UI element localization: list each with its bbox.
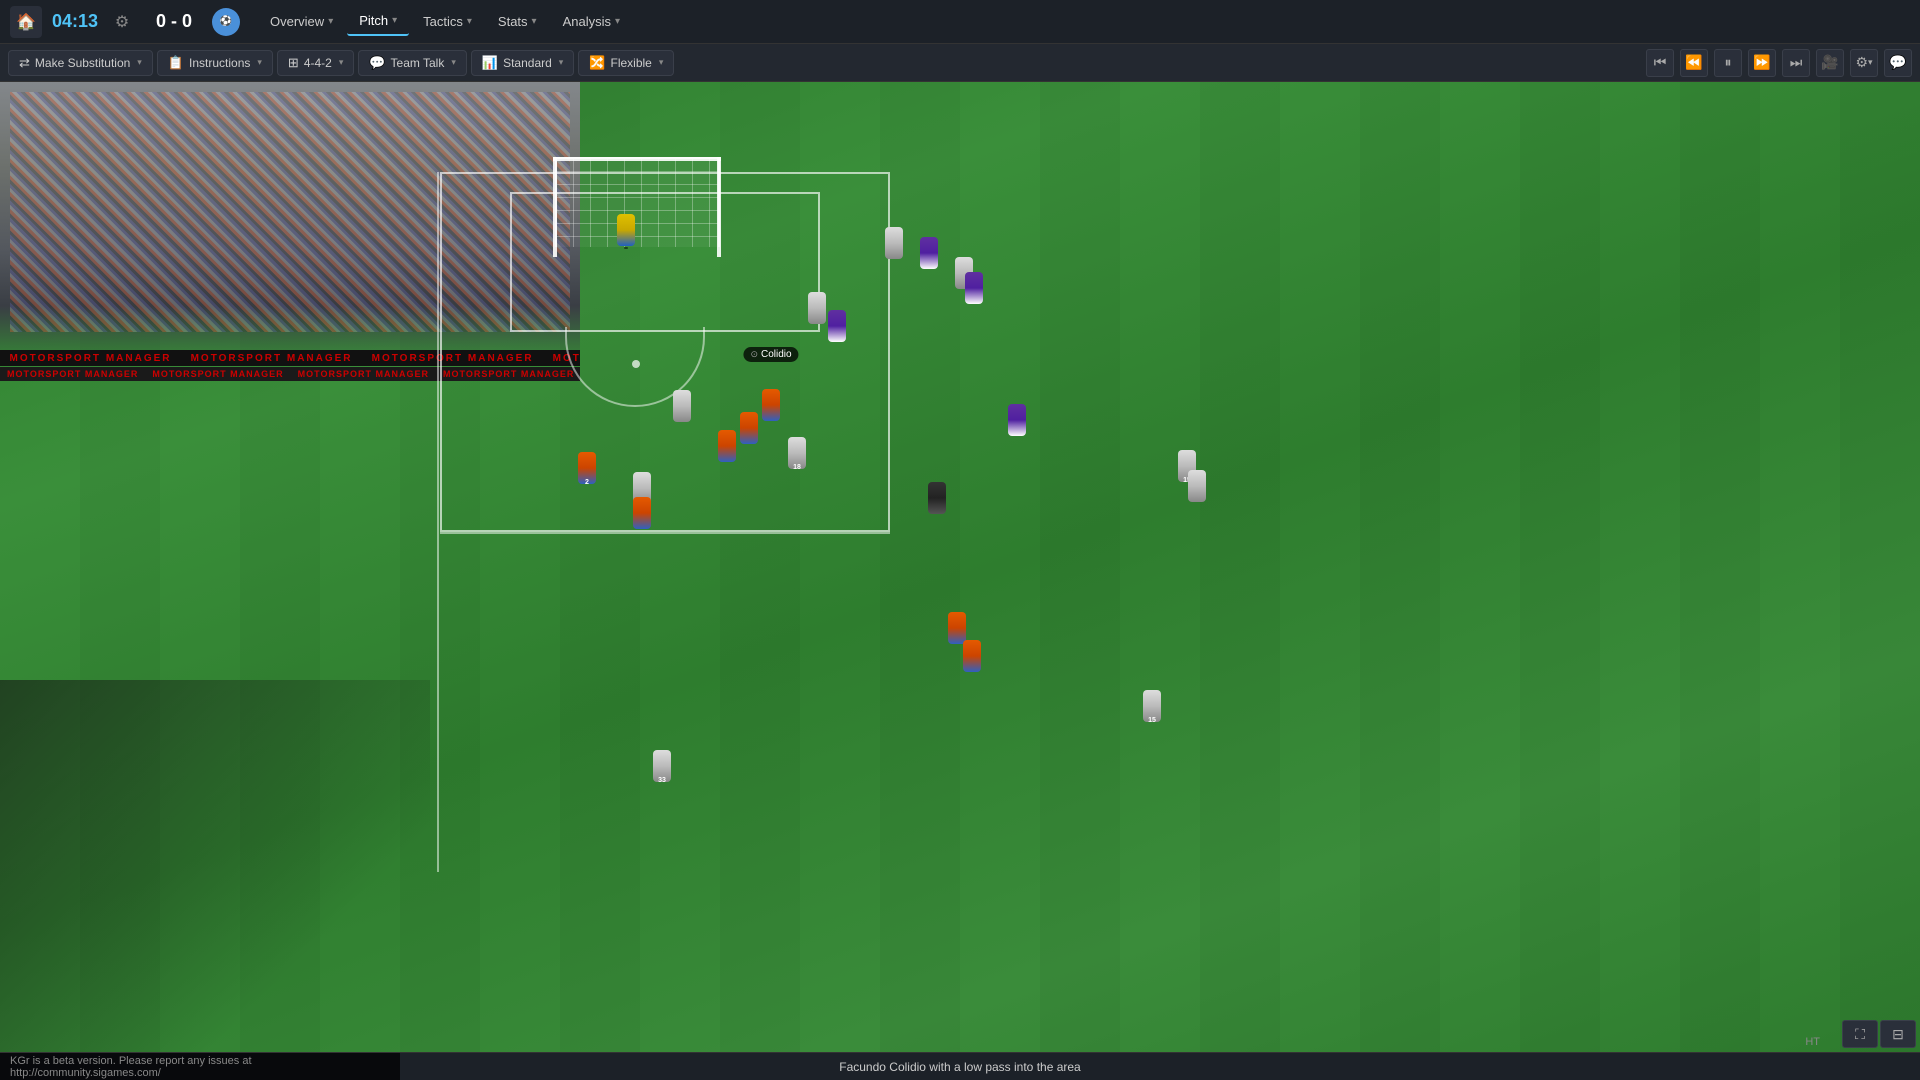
formation-icon: ⊞: [288, 55, 299, 71]
status-bar: KGr is a beta version. Please report any…: [0, 1052, 1920, 1080]
player-dark[interactable]: [928, 482, 946, 514]
beta-notice: KGr is a beta version. Please report any…: [0, 1053, 400, 1080]
chevron-down-icon: ▾: [339, 57, 344, 68]
player-orange-2[interactable]: [718, 430, 736, 462]
home-button[interactable]: 🏠: [10, 6, 42, 38]
team-talk-button[interactable]: 💬 Team Talk ▾: [358, 50, 467, 76]
player-purple-3[interactable]: [828, 310, 846, 342]
chevron-down-icon: ▾: [137, 57, 142, 68]
match-time: 04:13: [50, 11, 100, 32]
nav-tactics[interactable]: Tactics ▾: [411, 8, 484, 35]
step-back-button[interactable]: ⏪: [1680, 49, 1708, 77]
nav-analysis[interactable]: Analysis ▾: [551, 8, 632, 35]
player-purple-1[interactable]: [920, 237, 938, 269]
nav-overview[interactable]: Overview ▾: [258, 8, 345, 35]
chevron-down-icon: ▾: [451, 57, 456, 68]
playback-controls: ⏮ ⏪ ⏸ ⏩ ⏭ 🎥 ⚙ ▾ 💬: [1646, 49, 1912, 77]
player-orange-1[interactable]: [740, 412, 758, 444]
substitution-icon: ⇄: [19, 55, 30, 71]
player-white-9[interactable]: 15: [1143, 690, 1161, 722]
advertising-board: MOTORSPORT MANAGER MOTORSPORT MANAGER MO…: [0, 350, 580, 366]
instructions-icon: 📋: [168, 55, 184, 71]
standard-icon: 📊: [482, 55, 498, 71]
chat-button[interactable]: 💬: [1884, 49, 1912, 77]
team-talk-icon: 💬: [369, 55, 385, 71]
player-white-1[interactable]: [885, 227, 903, 259]
step-forward-button[interactable]: ⏩: [1748, 49, 1776, 77]
top-navigation: 🏠 04:13 ⚙ 0 - 0 ⚽ Overview ▾ Pitch ▾ Tac…: [0, 0, 1920, 44]
player-white-8[interactable]: [1188, 470, 1206, 502]
player-orange-6[interactable]: [963, 640, 981, 672]
player-orange-4[interactable]: [633, 497, 651, 529]
goal-crossbar: [553, 157, 721, 161]
main-nav-menu: Overview ▾ Pitch ▾ Tactics ▾ Stats ▾ Ana…: [258, 7, 632, 36]
goal-post-right: [717, 157, 721, 257]
player-white-10[interactable]: 33: [653, 750, 671, 782]
chevron-down-icon: ▾: [1868, 57, 1873, 68]
halftime-label: HT: [1805, 1036, 1820, 1048]
team-logo: ⚽: [212, 8, 240, 36]
chevron-down-icon: ▾: [659, 57, 664, 68]
pitch-background: [0, 82, 1920, 1080]
formation-button[interactable]: ⊞ 4-4-2 ▾: [277, 50, 354, 76]
player-orange-3[interactable]: 2: [578, 452, 596, 484]
flexible-button[interactable]: 🔀 Flexible ▾: [578, 50, 674, 76]
chevron-down-icon: ▾: [615, 16, 620, 27]
chevron-down-icon: ▾: [467, 16, 472, 27]
player-goalkeeper[interactable]: [617, 214, 635, 249]
colidio-label: Colidio: [761, 349, 792, 360]
display-options-button[interactable]: ⚙ ▾: [1850, 49, 1878, 77]
chevron-down-icon: ▾: [532, 16, 537, 27]
skip-to-end-button[interactable]: ⏭: [1782, 49, 1810, 77]
chevron-down-icon: ▾: [328, 16, 333, 27]
player-colidio[interactable]: ⊙ Colidio: [762, 367, 780, 421]
chevron-down-icon: ▾: [559, 57, 564, 68]
standard-button[interactable]: 📊 Standard ▾: [471, 50, 574, 76]
player-white-5[interactable]: 18: [788, 437, 806, 469]
pause-button[interactable]: ⏸: [1714, 49, 1742, 77]
nav-pitch[interactable]: Pitch ▾: [347, 7, 409, 36]
goal-post-left: [553, 157, 557, 257]
settings-button[interactable]: ⚙: [108, 8, 136, 36]
chevron-down-icon: ▾: [257, 57, 262, 68]
camera-button[interactable]: 🎥: [1816, 49, 1844, 77]
player-white-3[interactable]: [808, 292, 826, 324]
view-toggle-button[interactable]: ⊟: [1880, 1020, 1916, 1048]
advertising-board-2: MOTORSPORT MANAGER MOTORSPORT MANAGER MO…: [0, 367, 580, 381]
flexible-icon: 🔀: [589, 55, 605, 71]
match-score: 0 - 0: [144, 11, 204, 32]
instructions-button[interactable]: 📋 Instructions ▾: [157, 50, 273, 76]
nav-stats[interactable]: Stats ▾: [486, 8, 549, 35]
make-substitution-button[interactable]: ⇄ Make Substitution ▾: [8, 50, 153, 76]
match-toolbar: ⇄ Make Substitution ▾ 📋 Instructions ▾ ⊞…: [0, 44, 1920, 82]
player-purple-4[interactable]: [1008, 404, 1026, 436]
fullscreen-button[interactable]: ⛶: [1842, 1020, 1878, 1048]
view-controls: ⛶ ⊟: [1838, 1016, 1920, 1052]
pitch-view: MOTORSPORT MANAGER MOTORSPORT MANAGER MO…: [0, 82, 1920, 1080]
skip-to-start-button[interactable]: ⏮: [1646, 49, 1674, 77]
match-commentary: Facundo Colidio with a low pass into the…: [839, 1060, 1080, 1074]
chevron-down-icon: ▾: [392, 15, 397, 26]
player-white-4[interactable]: [673, 390, 691, 422]
player-purple-2[interactable]: [965, 272, 983, 304]
